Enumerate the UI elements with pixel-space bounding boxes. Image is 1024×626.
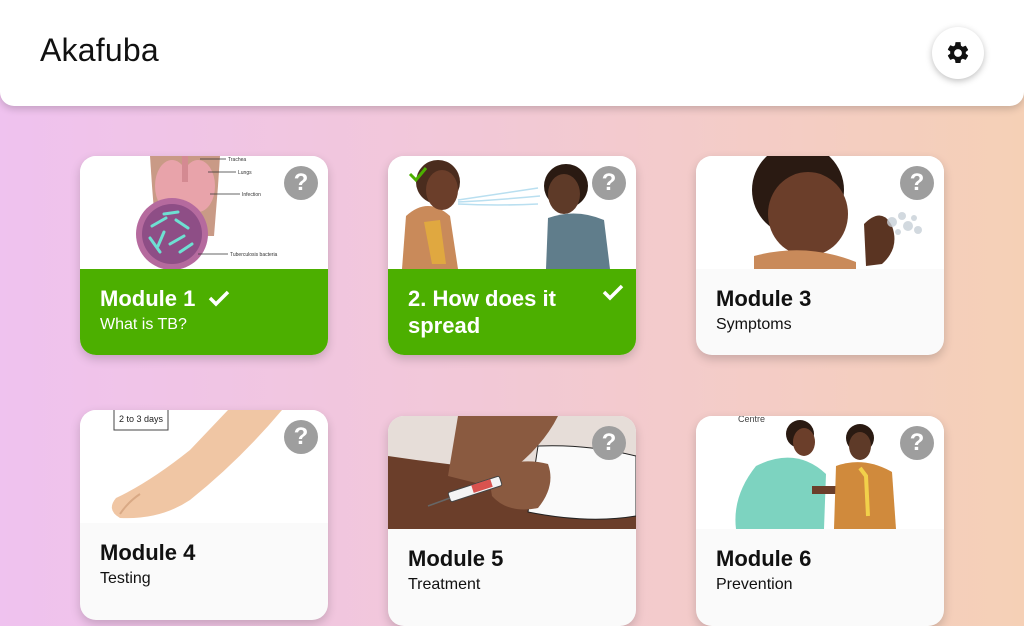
label-tb-bacteria: Tuberculosis bacteria — [230, 252, 278, 258]
module-subtitle: Prevention — [716, 576, 793, 593]
help-button[interactable]: ? — [592, 166, 626, 200]
help-button[interactable]: ? — [592, 426, 626, 460]
help-button[interactable]: ? — [900, 166, 934, 200]
module-subtitle: Symptoms — [716, 316, 792, 333]
module-card-body: Module 5 Treatment — [388, 529, 636, 626]
module-subtitle: Testing — [100, 570, 151, 587]
settings-button[interactable] — [932, 27, 984, 79]
checkmark-icon — [602, 284, 624, 301]
module-title: Module 3 — [716, 286, 812, 311]
module-card-6[interactable]: Centre ? Module 6 Prevention — [696, 416, 944, 626]
gear-icon — [947, 42, 969, 63]
module-subtitle: What is TB? — [100, 316, 187, 333]
help-button[interactable]: ? — [900, 426, 934, 460]
app-header: Akafuba — [0, 0, 1024, 106]
module-title: Module 1 — [100, 286, 196, 311]
module-card-1[interactable]: Trachea Lungs Infection Tuberculosis bac… — [80, 156, 328, 355]
module-card-body: Module 1 What is TB? — [80, 269, 328, 355]
module-title: Module 5 — [408, 546, 504, 571]
help-button[interactable]: ? — [284, 420, 318, 454]
module-card-2[interactable]: ? 2. How does it spread — [388, 156, 636, 355]
module-title: Module 6 — [716, 546, 812, 571]
module-card-3[interactable]: ? Module 3 Symptoms — [696, 156, 944, 355]
testing-note-text: 2 to 3 days — [119, 414, 164, 424]
label-lungs: Lungs — [238, 170, 252, 176]
checkmark-icon — [208, 290, 230, 307]
label-infection: Infection — [242, 192, 261, 198]
help-button[interactable]: ? — [284, 166, 318, 200]
module-title: 2. How does it spread — [408, 286, 556, 338]
app-title: Akafuba — [40, 32, 159, 68]
module-card-body: Module 3 Symptoms — [696, 269, 944, 355]
module-title: Module 4 — [100, 540, 196, 565]
clinic-sign-text: Centre — [738, 416, 765, 424]
module-card-body: Module 6 Prevention — [696, 529, 944, 626]
module-card-4[interactable]: 2 to 3 days ? Module 4 Testing — [80, 410, 328, 620]
module-card-5[interactable]: ? Module 5 Treatment — [388, 416, 636, 626]
module-card-body: Module 4 Testing — [80, 523, 328, 620]
module-subtitle: Treatment — [408, 576, 481, 593]
module-card-body: 2. How does it spread — [388, 269, 636, 355]
label-trachea: Trachea — [228, 157, 246, 163]
